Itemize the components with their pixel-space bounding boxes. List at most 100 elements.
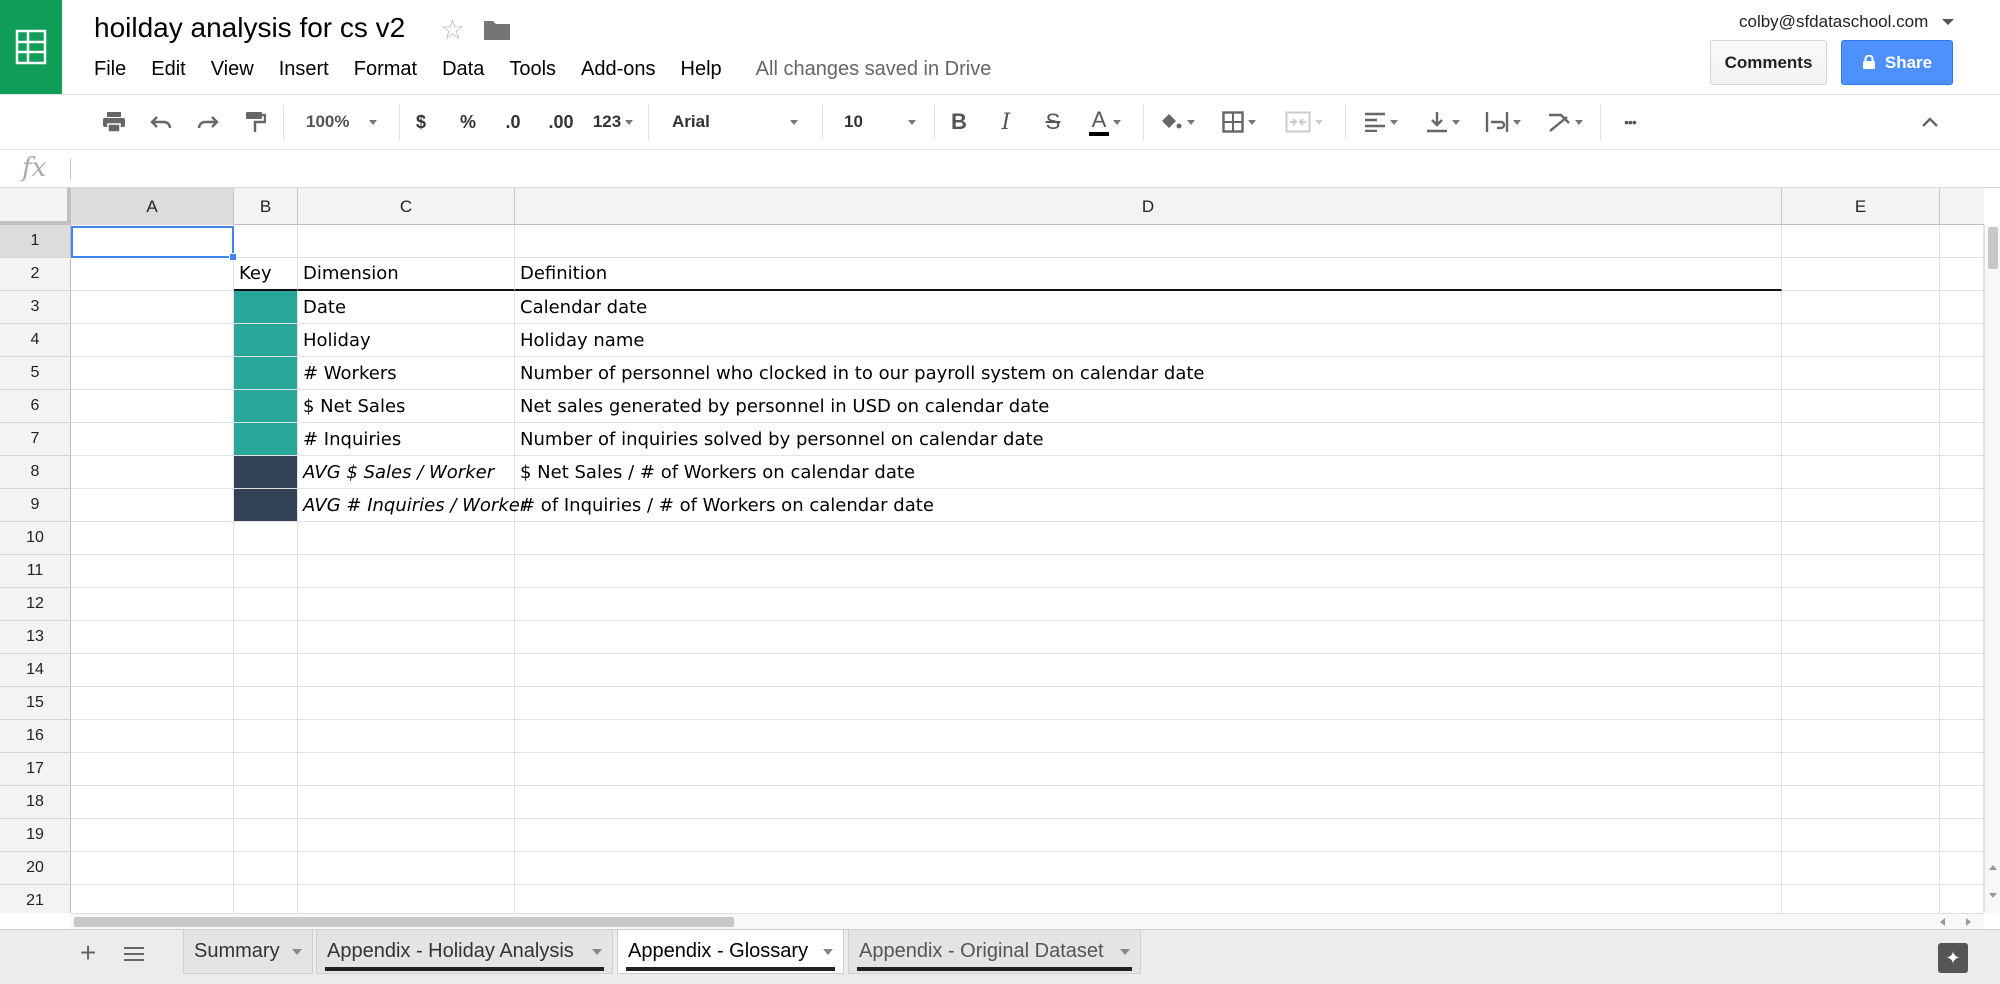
sheet-tab-original-dataset[interactable]: Appendix - Original Dataset xyxy=(848,930,1141,974)
increase-decimal-button[interactable]: .00 xyxy=(544,95,578,149)
text-wrap-icon[interactable] xyxy=(1478,95,1528,149)
column-header-a[interactable]: A xyxy=(71,188,234,225)
cell-b15[interactable] xyxy=(234,687,298,720)
row-header[interactable]: 18 xyxy=(0,786,71,819)
cell-d16[interactable] xyxy=(515,720,1782,753)
key-color-swatch[interactable] xyxy=(234,291,298,324)
tab-menu-caret-icon[interactable] xyxy=(1120,949,1130,955)
cell-b10[interactable] xyxy=(234,522,298,555)
cell-f8[interactable] xyxy=(1940,456,1984,489)
cell-d21[interactable] xyxy=(515,885,1782,913)
cell-d4[interactable]: Holiday name xyxy=(515,324,1782,357)
menu-file[interactable]: File xyxy=(94,58,126,81)
vertical-align-icon[interactable] xyxy=(1418,95,1468,149)
cell-e21[interactable] xyxy=(1782,885,1940,913)
cell-b13[interactable] xyxy=(234,621,298,654)
cell-f12[interactable] xyxy=(1940,588,1984,621)
key-color-swatch[interactable] xyxy=(234,456,298,489)
row-header[interactable]: 6 xyxy=(0,390,71,423)
cell-a6[interactable] xyxy=(71,390,234,423)
cell-a3[interactable] xyxy=(71,291,234,324)
cell-c10[interactable] xyxy=(298,522,515,555)
menu-view[interactable]: View xyxy=(211,58,254,81)
cell-c8[interactable]: AVG $ Sales / Worker xyxy=(298,456,515,489)
cell-e6[interactable] xyxy=(1782,390,1940,423)
percent-button[interactable]: % xyxy=(455,95,481,149)
tab-menu-caret-icon[interactable] xyxy=(823,949,833,955)
select-all-corner[interactable] xyxy=(0,188,71,225)
sheet-tab-glossary[interactable]: Appendix - Glossary xyxy=(617,930,844,974)
row-header[interactable]: 10 xyxy=(0,522,71,555)
cell-f7[interactable] xyxy=(1940,423,1984,456)
tab-menu-caret-icon[interactable] xyxy=(592,949,602,955)
cell-d6[interactable]: Net sales generated by personnel in USD … xyxy=(515,390,1782,423)
row-header[interactable]: 13 xyxy=(0,621,71,654)
cell-c20[interactable] xyxy=(298,852,515,885)
cell-a13[interactable] xyxy=(71,621,234,654)
cell-c1[interactable] xyxy=(298,225,515,258)
cell-e14[interactable] xyxy=(1782,654,1940,687)
cell-f11[interactable] xyxy=(1940,555,1984,588)
cell-c19[interactable] xyxy=(298,819,515,852)
fill-color-icon[interactable] xyxy=(1152,95,1202,149)
cell-d14[interactable] xyxy=(515,654,1782,687)
cell-a1[interactable] xyxy=(71,225,234,258)
italic-button[interactable]: I xyxy=(993,95,1019,149)
sheet-list-icon[interactable] xyxy=(124,947,144,963)
cell-a7[interactable] xyxy=(71,423,234,456)
column-header-e[interactable]: E xyxy=(1782,188,1940,225)
menu-insert[interactable]: Insert xyxy=(279,58,329,81)
decrease-decimal-button[interactable]: .0 xyxy=(500,95,526,149)
horizontal-scroll-thumb[interactable] xyxy=(74,917,734,927)
cell-a19[interactable] xyxy=(71,819,234,852)
sheets-logo-icon[interactable] xyxy=(0,0,62,94)
scroll-down-icon[interactable] xyxy=(1989,893,1997,898)
cell-a5[interactable] xyxy=(71,357,234,390)
document-title[interactable]: hoilday analysis for cs v2 xyxy=(94,12,405,44)
tab-menu-caret-icon[interactable] xyxy=(292,949,302,955)
cell-e15[interactable] xyxy=(1782,687,1940,720)
cell-f9[interactable] xyxy=(1940,489,1984,522)
cell-a18[interactable] xyxy=(71,786,234,819)
explore-icon[interactable]: ✦ xyxy=(1938,943,1968,973)
cell-d10[interactable] xyxy=(515,522,1782,555)
bold-button[interactable]: B xyxy=(946,95,972,149)
cell-b19[interactable] xyxy=(234,819,298,852)
cell-c2[interactable]: Dimension xyxy=(298,258,515,291)
cell-b18[interactable] xyxy=(234,786,298,819)
cell-e7[interactable] xyxy=(1782,423,1940,456)
row-header[interactable]: 19 xyxy=(0,819,71,852)
merge-cells-icon[interactable] xyxy=(1276,95,1332,149)
row-header[interactable]: 16 xyxy=(0,720,71,753)
row-header[interactable]: 1 xyxy=(0,225,71,258)
cell-c17[interactable] xyxy=(298,753,515,786)
cell-f21[interactable] xyxy=(1940,885,1984,913)
cell-f5[interactable] xyxy=(1940,357,1984,390)
cell-a11[interactable] xyxy=(71,555,234,588)
cell-e20[interactable] xyxy=(1782,852,1940,885)
row-header[interactable]: 5 xyxy=(0,357,71,390)
vertical-scrollbar[interactable] xyxy=(1984,225,2000,913)
cell-d2[interactable]: Definition xyxy=(515,258,1782,291)
cell-e16[interactable] xyxy=(1782,720,1940,753)
cell-b20[interactable] xyxy=(234,852,298,885)
cell-c6[interactable]: $ Net Sales xyxy=(298,390,515,423)
cell-e13[interactable] xyxy=(1782,621,1940,654)
key-color-swatch[interactable] xyxy=(234,324,298,357)
row-header[interactable]: 2 xyxy=(0,258,71,291)
cell-f3[interactable] xyxy=(1940,291,1984,324)
scroll-right-icon[interactable] xyxy=(1966,918,1971,926)
sheet-tab-summary[interactable]: Summary xyxy=(183,930,313,974)
column-header-b[interactable]: B xyxy=(234,188,298,225)
column-header-f[interactable] xyxy=(1940,188,1984,225)
row-header[interactable]: 11 xyxy=(0,555,71,588)
scroll-left-icon[interactable] xyxy=(1940,918,1945,926)
cell-f19[interactable] xyxy=(1940,819,1984,852)
cell-b14[interactable] xyxy=(234,654,298,687)
cell-f2[interactable] xyxy=(1940,258,1984,291)
cell-f13[interactable] xyxy=(1940,621,1984,654)
cell-c14[interactable] xyxy=(298,654,515,687)
cell-f1[interactable] xyxy=(1940,225,1984,258)
font-select[interactable]: Arial xyxy=(660,95,810,149)
account-caret-icon[interactable] xyxy=(1942,19,1954,25)
